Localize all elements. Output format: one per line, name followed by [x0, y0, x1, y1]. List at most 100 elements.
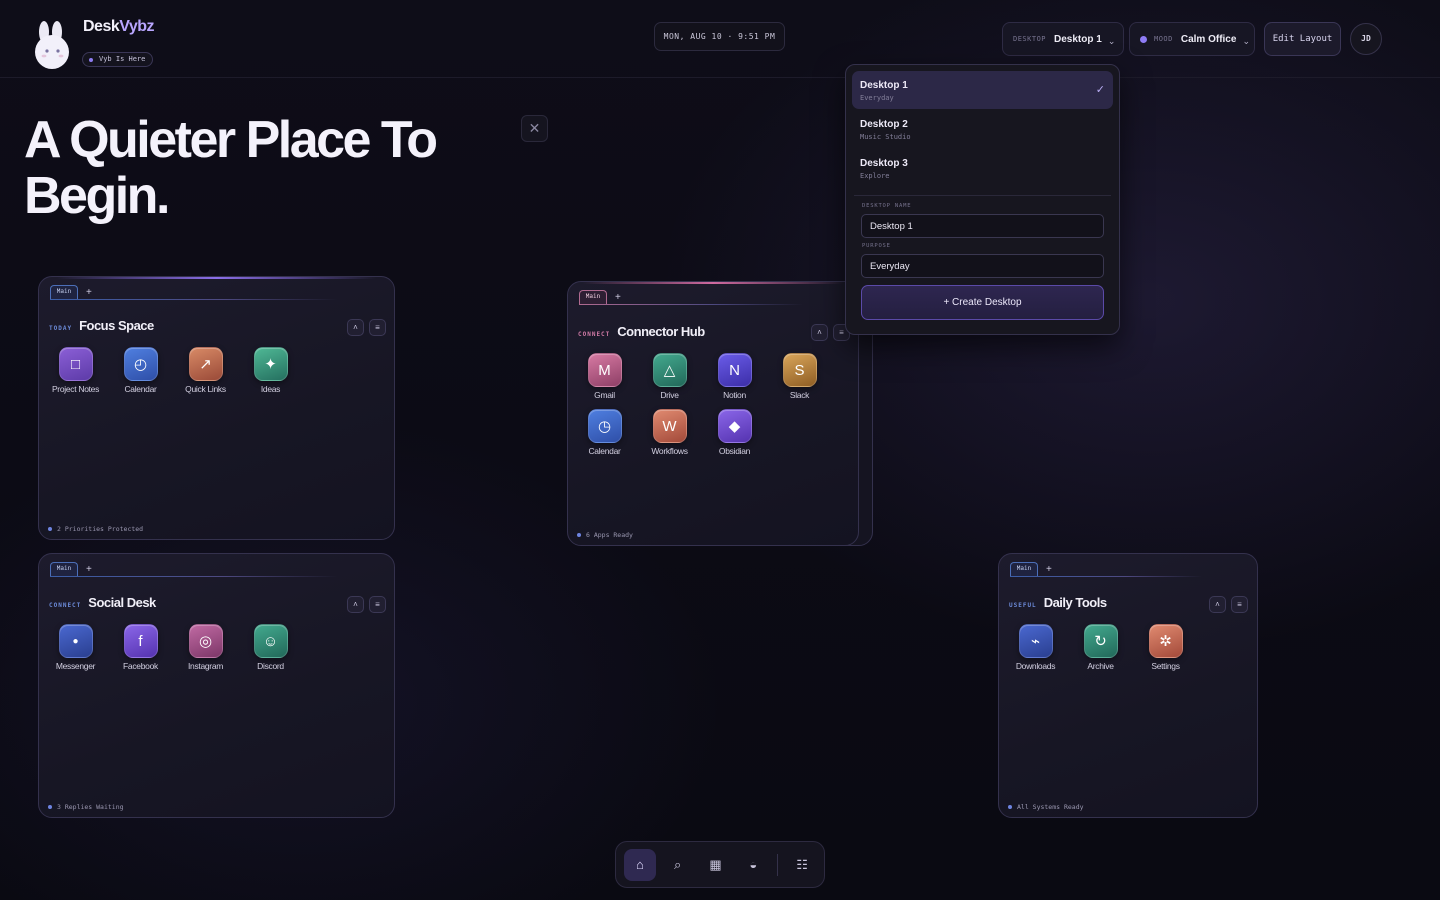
collapse-icon[interactable]: ˄ — [347, 596, 364, 613]
archive-icon: ↻ — [1083, 624, 1118, 658]
app-workflows[interactable]: W Workflows — [637, 409, 702, 456]
menu-icon[interactable]: ≡ — [1231, 596, 1248, 613]
app-label: Calendar — [588, 446, 621, 456]
app-label: Notion — [723, 390, 746, 400]
list-icon[interactable]: ☷ — [786, 849, 818, 881]
purpose-field[interactable] — [861, 254, 1104, 278]
widget-tabs: Main + — [50, 285, 92, 299]
app-project-notes[interactable]: □ Project Notes — [43, 347, 108, 394]
brand-name: DeskVybz — [83, 18, 154, 35]
desktop-option-name: Desktop 1 — [860, 80, 908, 91]
tab-main[interactable]: Main — [50, 562, 78, 576]
app-instagram[interactable]: ◎ Instagram — [173, 624, 238, 671]
app-slack[interactable]: S Slack — [767, 353, 832, 400]
status-badge: Vyb Is Here — [82, 52, 154, 67]
edit-layout-button[interactable]: Edit Layout — [1264, 22, 1341, 56]
app-grid: ⌁ Downloads ↻ Archive ✲ Settings — [1003, 624, 1257, 671]
mood-selector[interactable]: MOOD Calm Office ⌄ — [1129, 22, 1255, 56]
hero-heading: A Quieter Place To Begin. — [24, 112, 504, 224]
tab-main[interactable]: Main — [50, 285, 78, 299]
widget-social-desk: Main + CONNECT Social Desk ˄ ≡ ● Messenge… — [38, 553, 395, 818]
desktop-option-3[interactable]: Desktop 3 Explore — [852, 149, 1113, 187]
tab-main[interactable]: Main — [1010, 562, 1038, 576]
hero-line-1: A Quieter Place To — [24, 111, 438, 169]
desktop-option-2[interactable]: Desktop 2 Music Studio — [852, 110, 1113, 148]
app-ideas[interactable]: ✦ Ideas — [238, 347, 303, 394]
widget-status: 3 Replies Waiting — [48, 803, 124, 811]
app-archive[interactable]: ↻ Archive — [1068, 624, 1133, 671]
widget-eyebrow: CONNECT — [578, 331, 611, 338]
app-notion[interactable]: N Notion — [702, 353, 767, 400]
discord-icon: ☺ — [253, 624, 288, 658]
hero-line-2: Begin. — [24, 167, 170, 225]
workflows-icon: W — [652, 409, 687, 443]
app-obsidian[interactable]: ◆ Obsidian — [702, 409, 767, 456]
app-grid: □ Project Notes ◴ Calendar ↗ Quick Links ✦ I… — [43, 347, 303, 394]
widget-title: Focus Space — [79, 318, 154, 333]
menu-icon[interactable]: ≡ — [369, 596, 386, 613]
calendar-icon: ◷ — [587, 409, 622, 443]
gmail-icon: M — [587, 353, 622, 387]
close-hero-button[interactable]: ✕ — [521, 115, 548, 142]
desktop-selector-value: Desktop 1 — [1054, 33, 1102, 45]
widget-actions: ˄ ≡ — [347, 319, 386, 336]
desktop-option-1[interactable]: Desktop 1 Everyday ✓ — [852, 71, 1113, 109]
add-tab-button[interactable]: + — [86, 564, 92, 575]
add-tab-button[interactable]: + — [615, 292, 621, 303]
app-gmail[interactable]: M Gmail — [572, 353, 637, 400]
app-label: Workflows — [651, 446, 688, 456]
app-grid: ● Messenger f Facebook ◎ Instagram ☺ Discord — [43, 624, 303, 671]
app-drive[interactable]: △ Drive — [637, 353, 702, 400]
desktop-option-name: Desktop 2 — [860, 119, 908, 130]
menu-icon[interactable]: ≡ — [369, 319, 386, 336]
app-label: Facebook — [123, 661, 158, 671]
widget-daily-tools: Main + USEFUL Daily Tools ˄ ≡ ⌁ Downloads… — [998, 553, 1258, 818]
bunny-logo-icon[interactable] — [32, 20, 74, 70]
theme-icon[interactable]: ◒ — [737, 849, 769, 881]
collapse-icon[interactable]: ˄ — [347, 319, 364, 336]
desktop-selector[interactable]: DESKTOP Desktop 1 ⌄ — [1002, 22, 1124, 56]
add-tab-button[interactable]: + — [1046, 564, 1052, 575]
add-tab-button[interactable]: + — [86, 287, 92, 298]
widget-header: TODAY Focus Space — [49, 318, 154, 333]
avatar[interactable]: JD — [1350, 23, 1382, 55]
collapse-icon[interactable]: ˄ — [1209, 596, 1226, 613]
grid-icon[interactable]: ▦ — [700, 849, 732, 881]
tab-divider — [1010, 576, 1202, 577]
app-label: Messenger — [55, 661, 96, 671]
app-label: Quick Links — [185, 384, 226, 394]
search-icon[interactable]: ⌕ — [662, 849, 694, 881]
tab-main[interactable]: Main — [579, 290, 607, 304]
mood-selector-label: MOOD — [1154, 35, 1173, 43]
widget-status: All Systems Ready — [1008, 803, 1084, 811]
app-facebook[interactable]: f Facebook — [108, 624, 173, 671]
app-settings[interactable]: ✲ Settings — [1133, 624, 1198, 671]
mood-selector-value: Calm Office — [1180, 33, 1237, 45]
app-discord[interactable]: ☺ Discord — [238, 624, 303, 671]
dock: ⌂ ⌕ ▦ ◒ ☷ — [615, 841, 825, 888]
obsidian-icon: ◆ — [717, 409, 752, 443]
app-label: Slack — [789, 390, 810, 400]
calendar-icon: ◴ — [123, 347, 158, 381]
widget-title: Daily Tools — [1043, 595, 1107, 610]
facebook-icon: f — [123, 624, 158, 658]
widget-eyebrow: TODAY — [49, 325, 73, 332]
app-quick-links[interactable]: ↗ Quick Links — [173, 347, 238, 394]
app-downloads[interactable]: ⌁ Downloads — [1003, 624, 1068, 671]
settings-icon: ✲ — [1148, 624, 1183, 658]
widget-tabs: Main + — [50, 562, 92, 576]
collapse-icon[interactable]: ˄ — [811, 324, 828, 341]
widget-header: CONNECT Connector Hub — [578, 324, 705, 339]
app-label: Project Notes — [51, 384, 100, 394]
app-messenger[interactable]: ● Messenger — [43, 624, 108, 671]
purpose-label: PURPOSE — [862, 243, 891, 249]
desktop-name-field[interactable] — [861, 214, 1104, 238]
app-calendar[interactable]: ◷ Calendar — [572, 409, 637, 456]
create-desktop-button[interactable]: + Create Desktop — [861, 285, 1104, 320]
widget-status: 6 Apps Ready — [577, 531, 633, 539]
app-calendar[interactable]: ◴ Calendar — [108, 347, 173, 394]
home-icon[interactable]: ⌂ — [624, 848, 656, 881]
desktop-option-purpose: Music Studio — [860, 133, 911, 141]
app-label: Drive — [660, 390, 679, 400]
app-label: Downloads — [1015, 661, 1056, 671]
